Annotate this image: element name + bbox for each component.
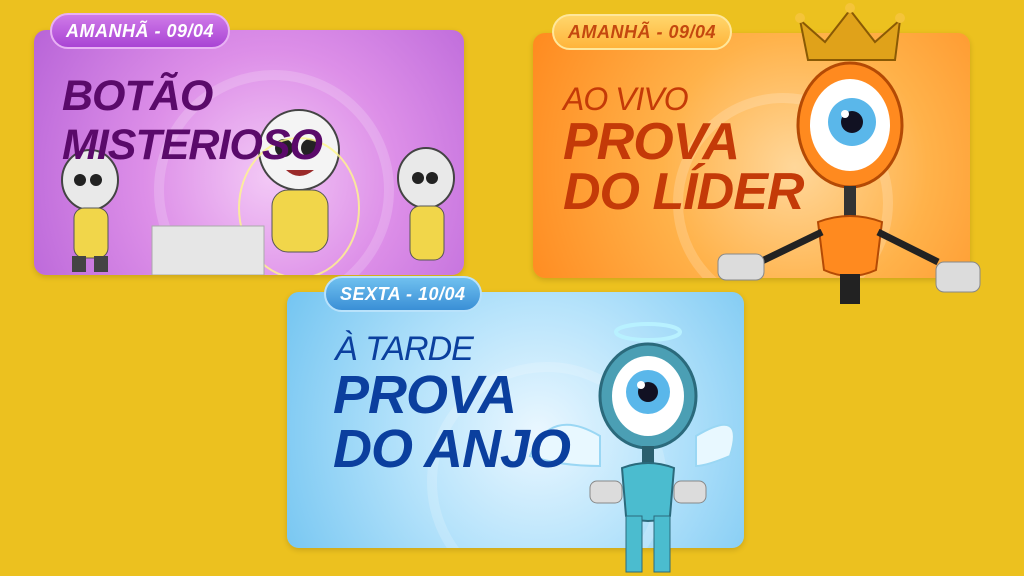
card-title-line-2: DO ANJO [333,419,571,479]
card-botao-misterioso[interactable]: BOTÃO MISTERIOSO [34,30,464,275]
card-title: BOTÃO MISTERIOSO [62,72,323,169]
card-title-line-1: PROVA [333,365,517,425]
date-badge: AMANHÃ - 09/04 [50,13,231,49]
card-title: PROVA DO ANJO [333,365,571,479]
card-title-line-1: PROVA [563,113,740,171]
date-badge: SEXTA - 10/04 [324,276,482,312]
date-badge: AMANHÃ - 09/04 [552,14,733,50]
card-subtitle: À TARDE [335,330,474,368]
card-title: PROVA DO LÍDER [563,113,804,221]
card-title-line-2: DO LÍDER [563,163,804,221]
